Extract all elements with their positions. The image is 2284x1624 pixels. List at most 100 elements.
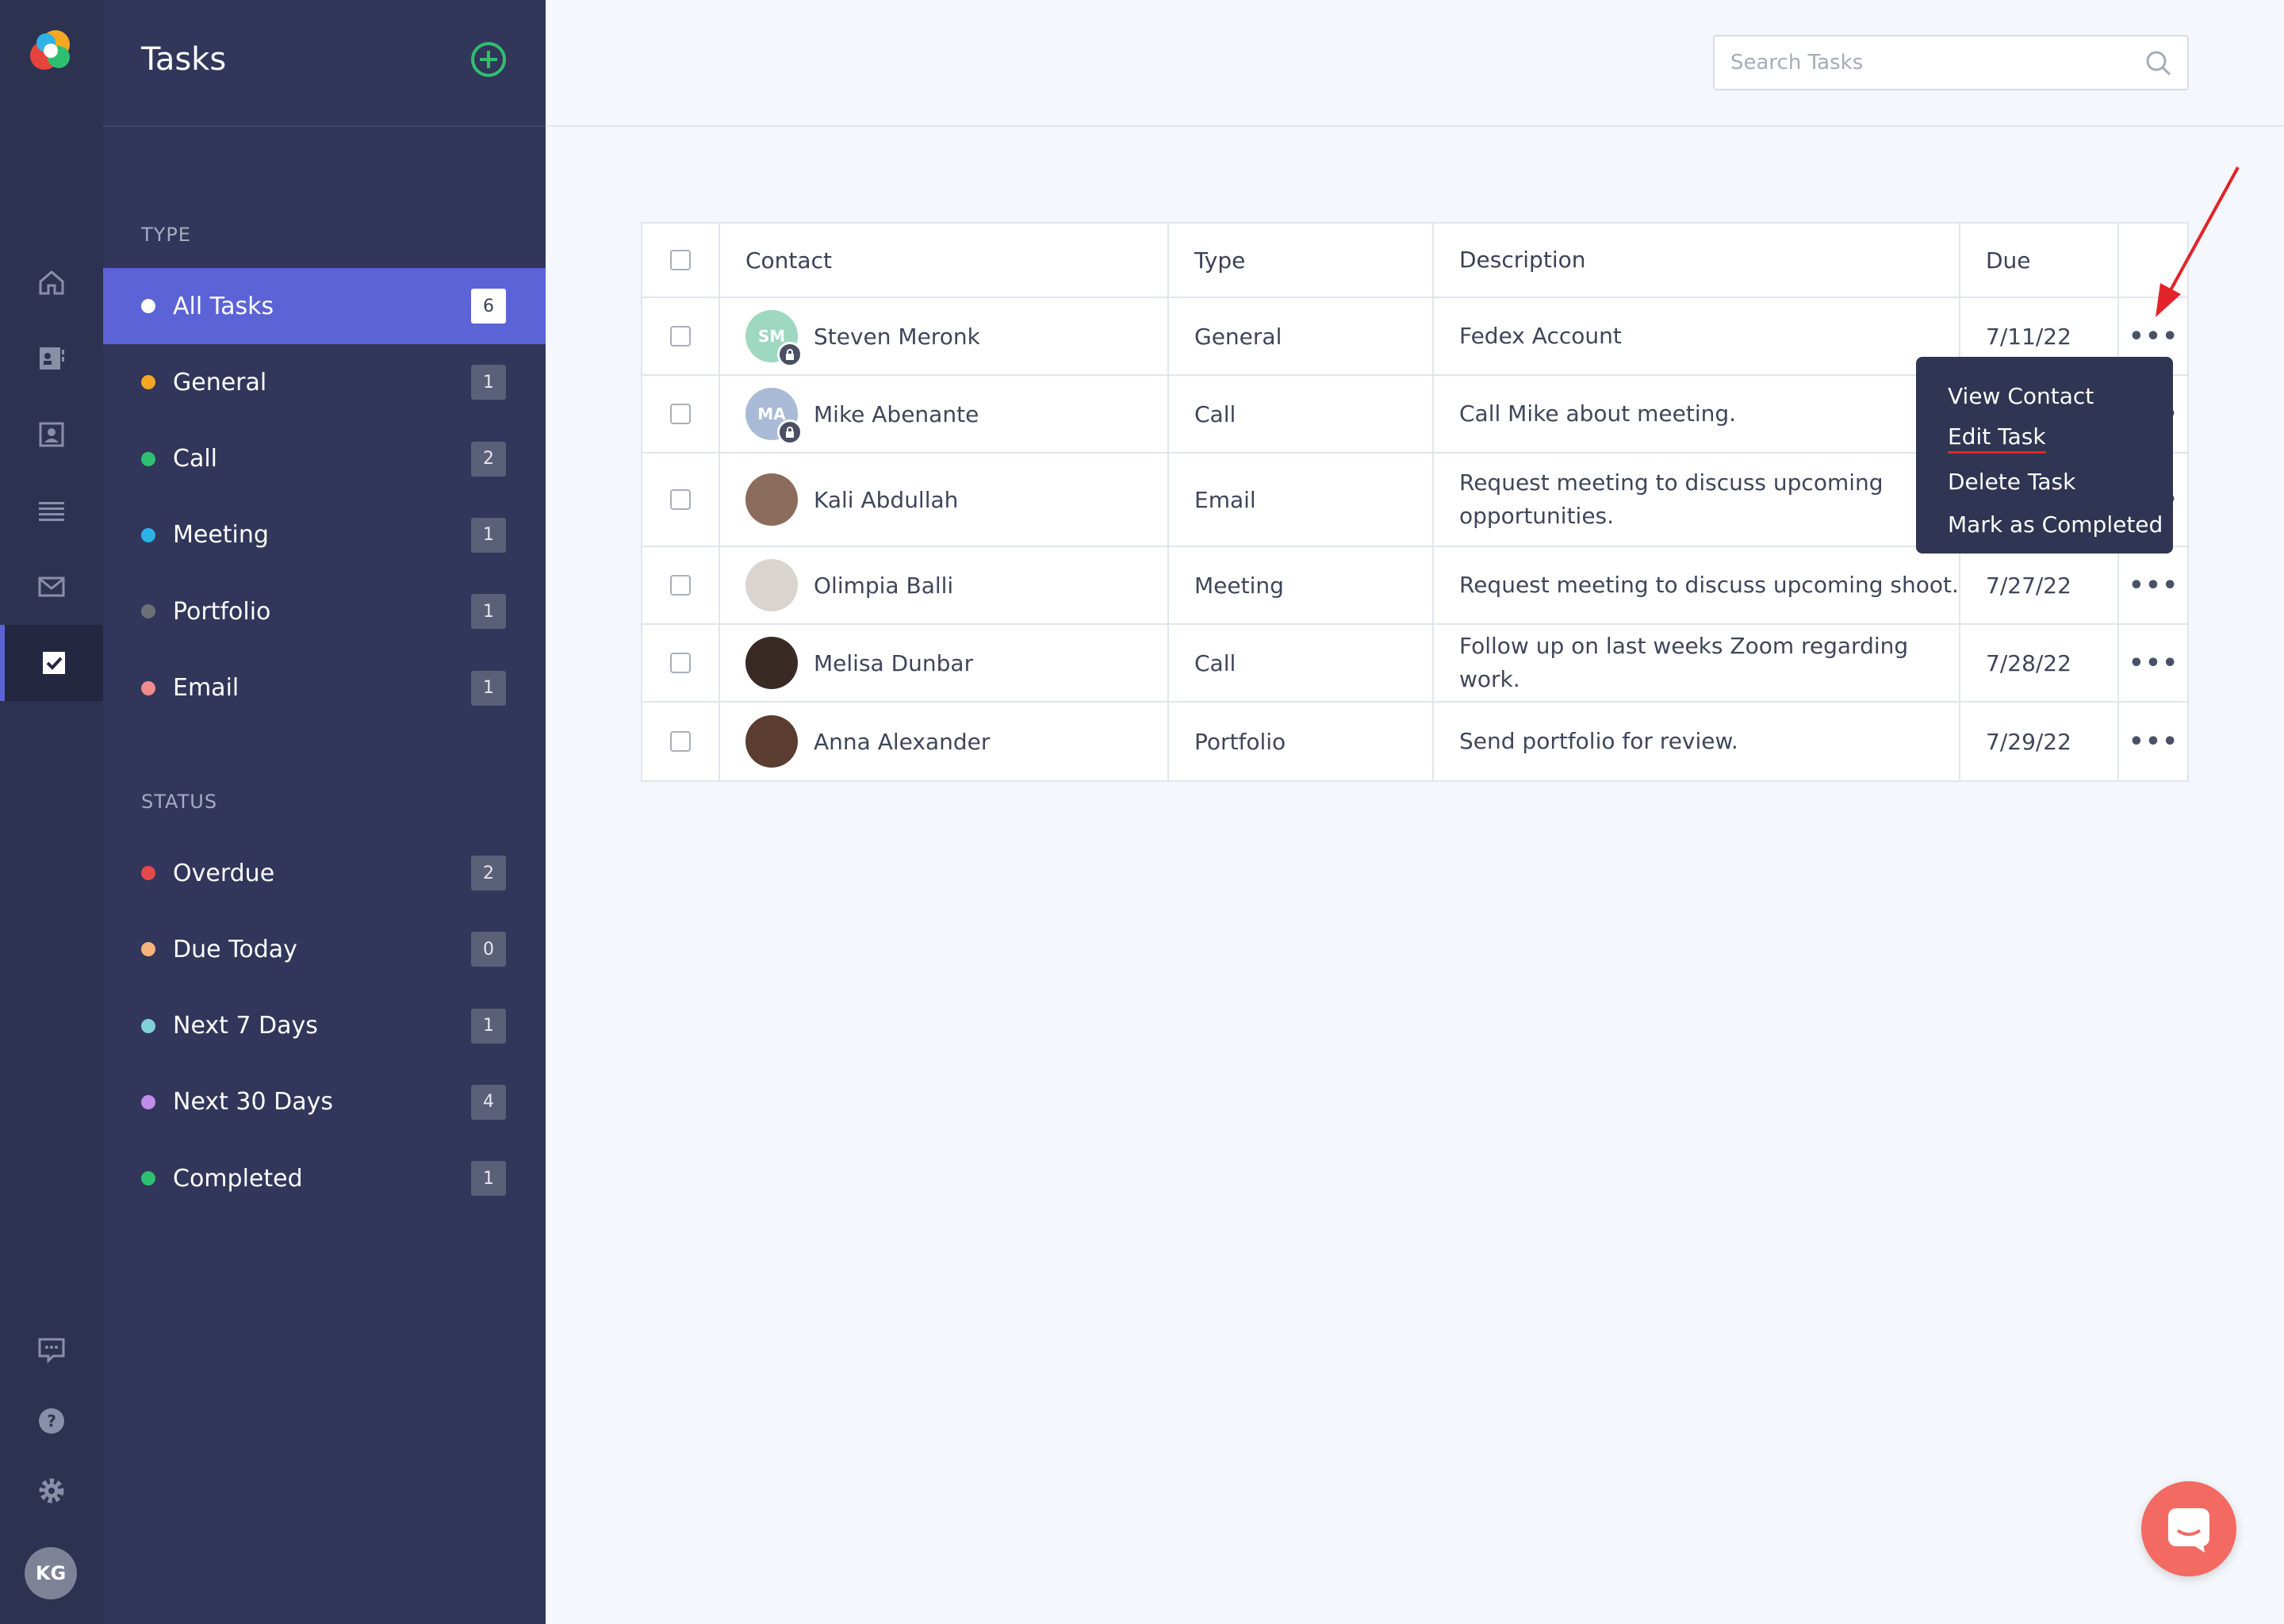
- row-checkbox-cell: [642, 298, 719, 374]
- more-actions-button[interactable]: •••: [2129, 572, 2179, 599]
- sidebar-item-count: 1: [471, 365, 506, 400]
- sidebar-item-next-30-days[interactable]: Next 30 Days 4: [103, 1064, 546, 1140]
- select-all-checkbox[interactable]: [670, 250, 691, 270]
- table-row[interactable]: Olimpia Balli Meeting Request meeting to d…: [642, 547, 2187, 625]
- contact-name[interactable]: Mike Abenante: [814, 401, 979, 427]
- sidebar-item-count: 1: [471, 1008, 506, 1044]
- menu-mark-completed[interactable]: Mark as Completed: [1948, 503, 2173, 546]
- status-dot-icon: [141, 299, 155, 313]
- nav-mail[interactable]: [0, 549, 103, 625]
- search-input[interactable]: [1715, 51, 2127, 75]
- menu-view-contact[interactable]: View Contact: [1948, 374, 2173, 417]
- row-checkbox[interactable]: [670, 575, 691, 596]
- menu-edit-task[interactable]: Edit Task: [1948, 417, 2173, 460]
- nav-list[interactable]: [0, 473, 103, 549]
- contact-avatar[interactable]: [745, 473, 798, 526]
- sidebar-item-count: 1: [471, 1161, 506, 1197]
- menu-delete-task[interactable]: Delete Task: [1948, 460, 2173, 503]
- sidebar-item-meeting[interactable]: Meeting 1: [103, 497, 546, 573]
- list-icon: [39, 502, 64, 521]
- row-checkbox[interactable]: [670, 489, 691, 510]
- more-actions-button[interactable]: •••: [2129, 323, 2179, 350]
- mail-icon: [38, 576, 65, 597]
- table-header-row: Contact Type Description Due: [642, 224, 2187, 298]
- contact-cell: Melisa Dunbar: [719, 625, 1167, 701]
- sidebar-item-label: Meeting: [173, 521, 269, 550]
- row-checkbox[interactable]: [670, 326, 691, 347]
- search-icon[interactable]: [2144, 49, 2173, 78]
- header-description[interactable]: Description: [1432, 224, 1959, 297]
- sidebar-item-portfolio[interactable]: Portfolio 1: [103, 573, 546, 649]
- contact-avatar[interactable]: [745, 637, 798, 689]
- sidebar-item-label: Portfolio: [173, 597, 271, 626]
- contact-icon: [39, 422, 64, 447]
- contact-avatar[interactable]: [745, 559, 798, 611]
- description-cell: Call Mike about meeting.: [1459, 400, 1737, 427]
- sidebar-item-email[interactable]: Email 1: [103, 650, 546, 726]
- help-icon: ?: [39, 1408, 64, 1434]
- contact-avatar[interactable]: MA: [745, 388, 803, 445]
- header-contact[interactable]: Contact: [719, 224, 1167, 297]
- contact-name[interactable]: Anna Alexander: [814, 729, 990, 755]
- chat-bubble-icon: [38, 1338, 65, 1364]
- table-row[interactable]: Melisa Dunbar Call Follow up on last weeks…: [642, 625, 2187, 703]
- sidebar-item-count: 4: [471, 1084, 506, 1120]
- more-actions-button[interactable]: •••: [2129, 649, 2179, 677]
- contact-avatar[interactable]: SM: [745, 310, 803, 367]
- sidebar-item-due-today[interactable]: Due Today 0: [103, 911, 546, 987]
- row-checkbox-cell: [642, 703, 719, 780]
- nav-contacts-card[interactable]: [0, 320, 103, 396]
- table-row[interactable]: Anna Alexander Portfolio Send portfolio fo…: [642, 703, 2187, 780]
- contact-name[interactable]: Steven Meronk: [814, 324, 980, 350]
- chat-launcher-button[interactable]: [2141, 1481, 2236, 1576]
- lock-icon: [777, 342, 803, 367]
- contact-avatar[interactable]: [745, 715, 798, 768]
- nav-contacts[interactable]: [0, 396, 103, 473]
- contact-name[interactable]: Olimpia Balli: [814, 573, 953, 599]
- sidebar-item-completed[interactable]: Completed 1: [103, 1140, 546, 1216]
- sidebar-item-all-tasks[interactable]: All Tasks 6: [103, 268, 546, 344]
- sidebar-item-overdue[interactable]: Overdue 2: [103, 835, 546, 911]
- nav-feedback[interactable]: [0, 1312, 103, 1388]
- row-checkbox[interactable]: [670, 404, 691, 424]
- status-dot-icon: [141, 1094, 155, 1109]
- user-avatar[interactable]: KG: [25, 1547, 77, 1599]
- status-section-label: STATUS: [141, 791, 218, 813]
- gear-icon: [39, 1478, 64, 1503]
- sidebar-item-next-7-days[interactable]: Next 7 Days 1: [103, 988, 546, 1064]
- add-task-icon[interactable]: [470, 41, 507, 78]
- sidebar-item-general[interactable]: General 1: [103, 344, 546, 420]
- sidebar-item-count: 0: [471, 932, 506, 967]
- contact-name[interactable]: Melisa Dunbar: [814, 650, 973, 676]
- description-cell: Request meeting to discuss upcoming shoo…: [1459, 572, 1959, 598]
- nav-settings[interactable]: [0, 1453, 103, 1529]
- row-actions-cell: •••: [2117, 625, 2190, 701]
- type-cell: General: [1194, 323, 1282, 350]
- sidebar-item-label: Overdue: [173, 859, 275, 887]
- row-checkbox-cell: [642, 454, 719, 546]
- select-all-cell: [642, 224, 719, 297]
- home-icon: [39, 270, 64, 295]
- contact-name[interactable]: Kali Abdullah: [814, 487, 958, 513]
- header-due[interactable]: Due: [1959, 224, 2117, 297]
- contact-cell: Olimpia Balli: [719, 547, 1167, 623]
- menu-item-label: Delete Task: [1948, 468, 2076, 495]
- sidebar-item-count: 1: [471, 594, 506, 630]
- row-checkbox[interactable]: [670, 731, 691, 752]
- type-cell: Call: [1194, 400, 1236, 427]
- nav-tasks[interactable]: [0, 625, 103, 701]
- header-type[interactable]: Type: [1167, 224, 1432, 297]
- status-dot-icon: [141, 680, 155, 695]
- sidebar-item-label: Due Today: [173, 935, 297, 963]
- nav-help[interactable]: ?: [0, 1383, 103, 1459]
- app-logo-icon[interactable]: [22, 24, 78, 79]
- nav-home[interactable]: [0, 244, 103, 320]
- row-checkbox[interactable]: [670, 653, 691, 673]
- status-dot-icon: [141, 866, 155, 880]
- menu-item-label: View Contact: [1948, 382, 2094, 409]
- more-actions-button[interactable]: •••: [2129, 728, 2179, 756]
- description-cell: Fedex Account: [1459, 323, 1622, 349]
- lock-icon: [777, 419, 803, 445]
- sidebar-item-call[interactable]: Call 2: [103, 421, 546, 497]
- sidebar-header: Tasks: [103, 0, 546, 127]
